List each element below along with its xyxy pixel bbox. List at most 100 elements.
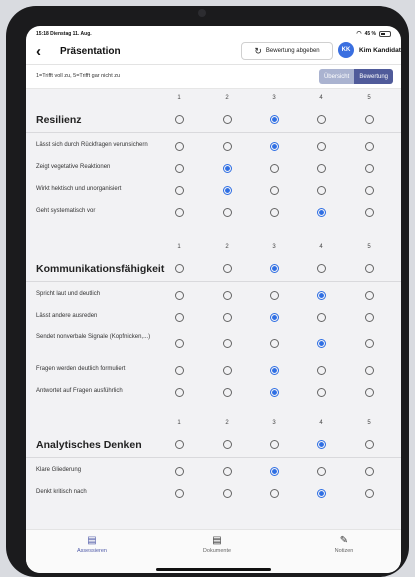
radio-button[interactable] bbox=[316, 264, 326, 273]
radio-button[interactable] bbox=[222, 264, 232, 273]
scale-number: 1 bbox=[177, 420, 181, 426]
radio-button[interactable] bbox=[222, 163, 232, 173]
radio-button[interactable] bbox=[222, 141, 232, 151]
radio-button[interactable] bbox=[174, 440, 184, 449]
radio-button[interactable] bbox=[364, 141, 374, 151]
criterion-row: Lässt andere ausreden bbox=[26, 304, 401, 326]
radio-button[interactable] bbox=[222, 466, 232, 476]
radio-button[interactable] bbox=[364, 488, 374, 498]
segment-rating[interactable]: Bewertung bbox=[354, 69, 393, 84]
radio-button[interactable] bbox=[364, 115, 374, 124]
submit-rating-button[interactable]: ↻ Bewertung abgeben bbox=[241, 42, 333, 60]
radio-button[interactable] bbox=[364, 312, 374, 322]
radio-button[interactable] bbox=[364, 207, 374, 217]
radio-button[interactable] bbox=[269, 115, 279, 124]
radio-button[interactable] bbox=[364, 365, 374, 375]
radio-button[interactable] bbox=[174, 466, 184, 476]
user-profile[interactable]: KK Kim Kandidat bbox=[338, 42, 401, 58]
radio-button[interactable] bbox=[269, 387, 279, 397]
criterion-row: Denkt kritisch nach bbox=[26, 480, 401, 502]
radio-button[interactable] bbox=[222, 312, 232, 322]
radio-button[interactable] bbox=[316, 115, 326, 124]
scale-number: 5 bbox=[367, 420, 371, 426]
radio-button[interactable] bbox=[364, 185, 374, 195]
radio-button[interactable] bbox=[222, 440, 232, 449]
radio-button[interactable] bbox=[269, 312, 279, 322]
radio-button[interactable] bbox=[364, 440, 374, 449]
radio-button[interactable] bbox=[174, 387, 184, 397]
section-header: Resilienz bbox=[26, 107, 401, 133]
radio-button[interactable] bbox=[174, 488, 184, 498]
radio-button[interactable] bbox=[174, 339, 184, 348]
radio-button[interactable] bbox=[316, 466, 326, 476]
scale-number: 3 bbox=[272, 244, 276, 250]
tab-notizen[interactable]: ✎ Notizen bbox=[304, 535, 384, 554]
criterion-row: Wirkt hektisch und unorganisiert bbox=[26, 177, 401, 199]
radio-button[interactable] bbox=[174, 365, 184, 375]
tab-dokumente[interactable]: ▤ Dokumente bbox=[177, 535, 257, 554]
radio-button[interactable] bbox=[269, 290, 279, 300]
radio-button[interactable] bbox=[174, 185, 184, 195]
screen: 15:18 Dienstag 11. Aug. ◠ 45 % ‹ Präsent… bbox=[26, 26, 401, 573]
battery-icon bbox=[379, 30, 391, 37]
radio-button[interactable] bbox=[222, 290, 232, 300]
radio-button[interactable] bbox=[174, 290, 184, 300]
refresh-icon: ↻ bbox=[254, 45, 262, 56]
radio-button[interactable] bbox=[364, 163, 374, 173]
radio-button[interactable] bbox=[269, 207, 279, 217]
status-time: 15:18 Dienstag 11. Aug. bbox=[36, 31, 92, 37]
criterion-label: Sendet nonverbale Signale (Kopfnicken,..… bbox=[36, 334, 151, 340]
radio-button[interactable] bbox=[316, 339, 326, 348]
radio-button[interactable] bbox=[174, 141, 184, 151]
radio-button[interactable] bbox=[269, 163, 279, 173]
pencil-icon: ✎ bbox=[339, 535, 349, 546]
radio-button[interactable] bbox=[316, 488, 326, 498]
radio-button[interactable] bbox=[269, 339, 279, 348]
radio-button[interactable] bbox=[364, 290, 374, 300]
radio-button[interactable] bbox=[222, 207, 232, 217]
radio-button[interactable] bbox=[269, 365, 279, 375]
radio-button[interactable] bbox=[364, 264, 374, 273]
criterion-label: Spricht laut und deutlich bbox=[36, 291, 101, 297]
criterion-label: Antwortet auf Fragen ausführlich bbox=[36, 388, 123, 394]
radio-button[interactable] bbox=[316, 365, 326, 375]
rating-section: 1 2 3 4 5 Resilienz Lässt sich durch Rückfrage… bbox=[26, 93, 401, 221]
radio-button[interactable] bbox=[316, 141, 326, 151]
radio-button[interactable] bbox=[316, 387, 326, 397]
radio-button[interactable] bbox=[269, 141, 279, 151]
radio-button[interactable] bbox=[269, 185, 279, 195]
scale-number: 5 bbox=[367, 95, 371, 101]
radio-button[interactable] bbox=[222, 185, 232, 195]
radio-button[interactable] bbox=[364, 466, 374, 476]
tab-assessieren[interactable]: ▤ Assessieren bbox=[52, 535, 132, 554]
radio-button[interactable] bbox=[316, 207, 326, 217]
radio-button[interactable] bbox=[222, 387, 232, 397]
submit-rating-label: Bewertung abgeben bbox=[265, 48, 320, 54]
criterion-label: Lässt sich durch Rückfragen verunsichern bbox=[36, 142, 148, 148]
radio-button[interactable] bbox=[269, 466, 279, 476]
radio-button[interactable] bbox=[222, 365, 232, 375]
radio-button[interactable] bbox=[222, 339, 232, 348]
radio-button[interactable] bbox=[222, 115, 232, 124]
scale-bar: 1=Trifft voll zu, 5=Trifft gar nicht zu … bbox=[26, 65, 401, 89]
radio-button[interactable] bbox=[364, 339, 374, 348]
radio-button[interactable] bbox=[316, 312, 326, 322]
radio-button[interactable] bbox=[316, 290, 326, 300]
criterion-row: Sendet nonverbale Signale (Kopfnicken,..… bbox=[26, 326, 401, 357]
radio-button[interactable] bbox=[174, 264, 184, 273]
chevron-left-icon[interactable]: ‹ bbox=[36, 43, 41, 60]
radio-button[interactable] bbox=[174, 115, 184, 124]
radio-button[interactable] bbox=[174, 163, 184, 173]
radio-button[interactable] bbox=[269, 488, 279, 498]
radio-button[interactable] bbox=[364, 387, 374, 397]
radio-button[interactable] bbox=[269, 264, 279, 273]
radio-button[interactable] bbox=[316, 440, 326, 449]
radio-button[interactable] bbox=[316, 163, 326, 173]
segment-overview[interactable]: Übersicht bbox=[318, 69, 355, 84]
radio-button[interactable] bbox=[174, 312, 184, 322]
radio-button[interactable] bbox=[316, 185, 326, 195]
radio-button[interactable] bbox=[222, 488, 232, 498]
radio-button[interactable] bbox=[174, 207, 184, 217]
radio-button[interactable] bbox=[269, 440, 279, 449]
status-indicators: ◠ 45 % bbox=[356, 30, 391, 37]
